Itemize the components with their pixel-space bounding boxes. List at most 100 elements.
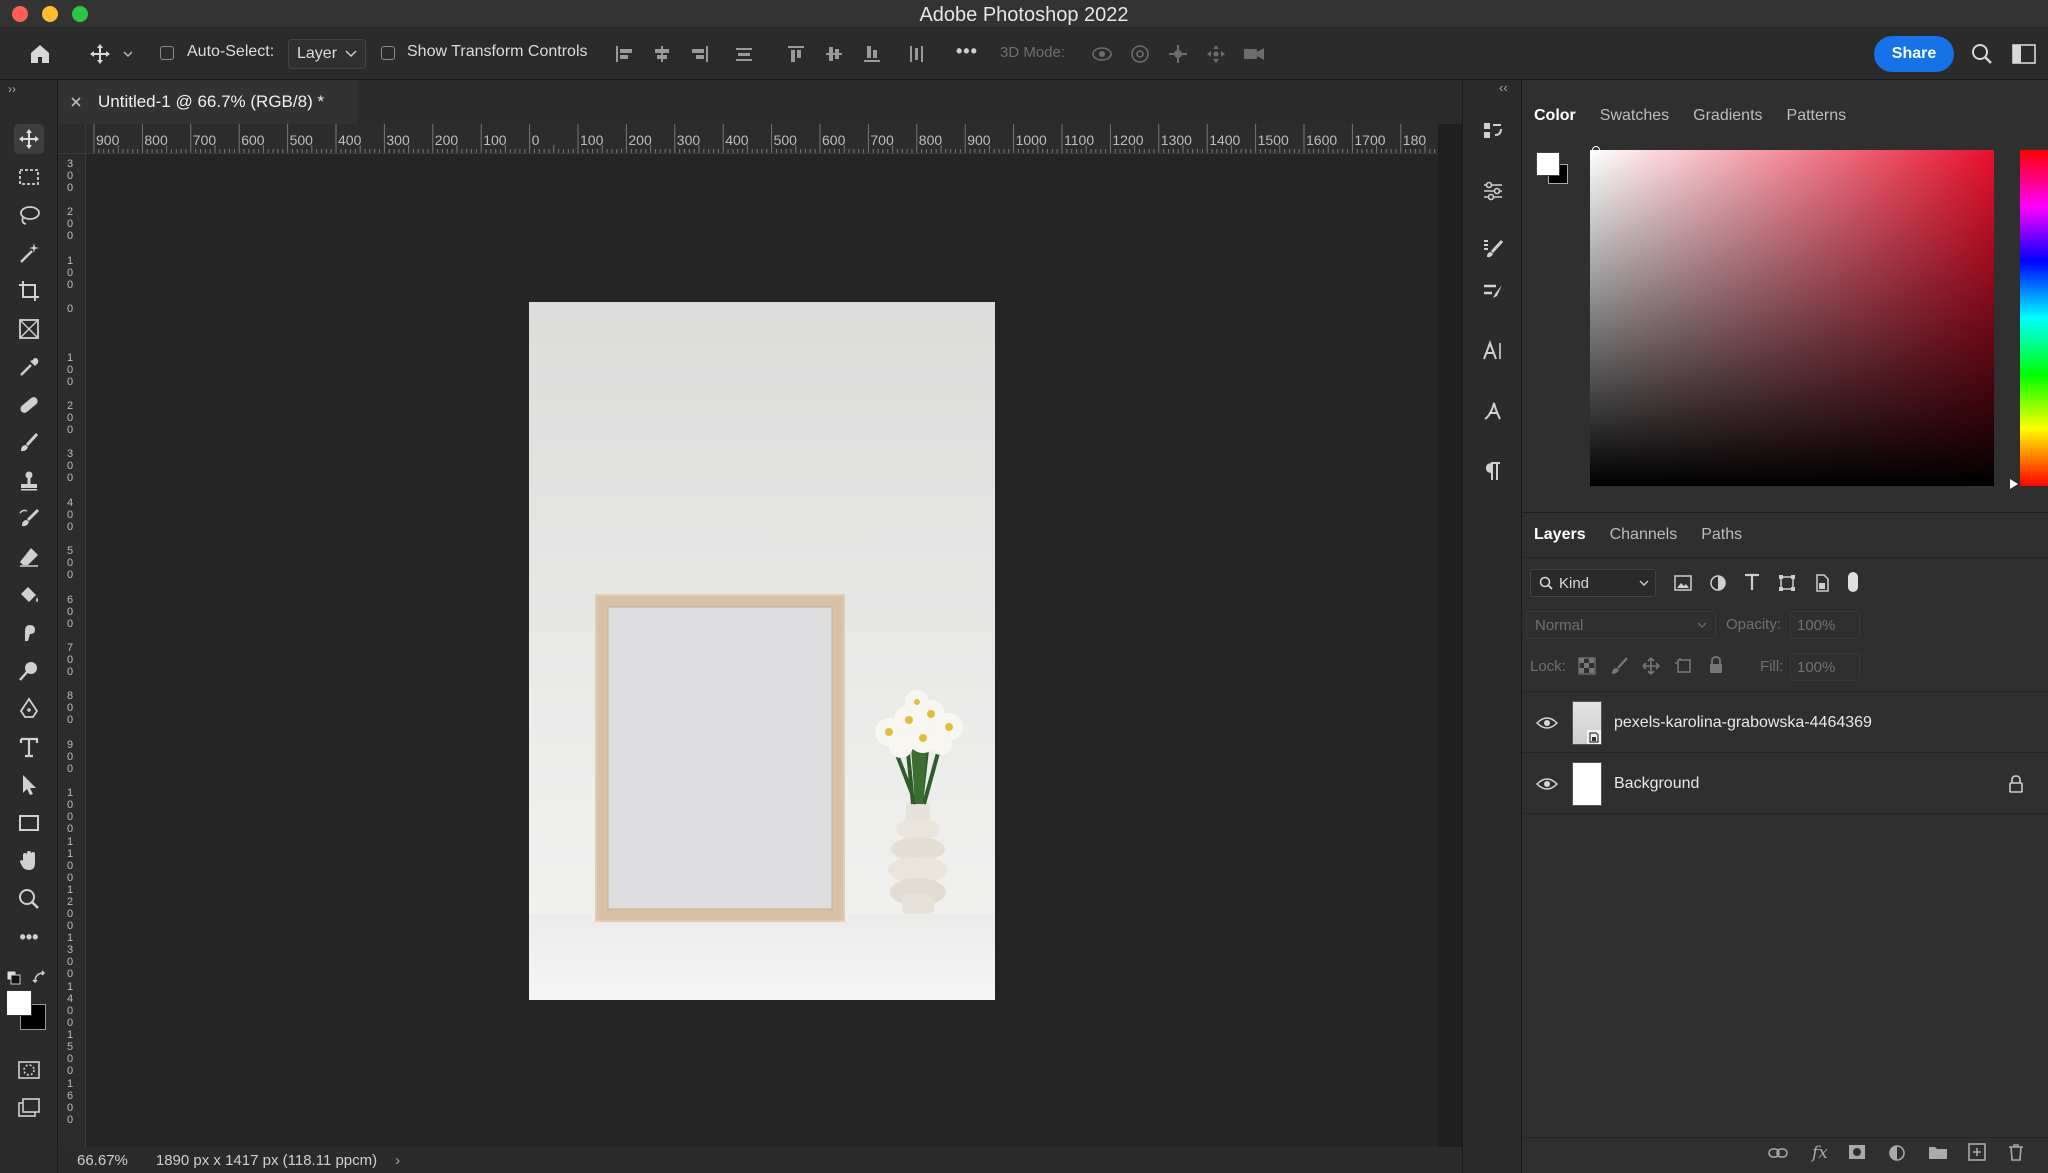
chevron-right-icon[interactable]: › bbox=[395, 1152, 400, 1169]
history-brush-tool[interactable] bbox=[14, 504, 44, 534]
type-tool[interactable] bbox=[14, 732, 44, 762]
3d-slide-button[interactable] bbox=[1204, 42, 1228, 66]
lock-transparent-pixels-button[interactable] bbox=[1578, 657, 1596, 675]
character-panel-button[interactable] bbox=[1478, 336, 1508, 366]
layer-row[interactable]: pexels-karolina-grabowska-4464369 bbox=[1522, 693, 2048, 753]
move-tool[interactable] bbox=[14, 124, 44, 154]
healing-brush-tool[interactable] bbox=[14, 390, 44, 420]
add-mask-button[interactable] bbox=[1848, 1144, 1866, 1160]
color-picker-handle[interactable] bbox=[1592, 146, 1600, 154]
filter-type-layers-button[interactable] bbox=[1744, 573, 1760, 591]
vertical-ruler[interactable]: 3 0 0 2 0 0 1 0 0 0 1 0 0 2 0 0 3 0 0 4 0 0 5 0 … bbox=[58, 124, 86, 1154]
document-canvas[interactable] bbox=[529, 302, 995, 1000]
panel-foreground-color[interactable] bbox=[1536, 152, 1560, 176]
foreground-color-swatch[interactable] bbox=[6, 990, 32, 1016]
zoom-tool[interactable] bbox=[14, 884, 44, 914]
hue-slider[interactable] bbox=[2020, 150, 2048, 486]
brush-tool[interactable] bbox=[14, 428, 44, 458]
tool-presets-panel-button[interactable] bbox=[1478, 276, 1508, 306]
eye-icon[interactable] bbox=[1536, 716, 1558, 730]
ruler-origin[interactable] bbox=[58, 124, 86, 154]
tab-paths[interactable]: Paths bbox=[1689, 515, 1754, 555]
layer-name[interactable]: Background bbox=[1614, 775, 1699, 793]
swap-colors-icon[interactable] bbox=[32, 970, 48, 986]
path-selection-tool[interactable] bbox=[14, 770, 44, 800]
paragraph-panel-button[interactable] bbox=[1478, 456, 1508, 486]
3d-roll-button[interactable] bbox=[1128, 42, 1152, 66]
filter-toggle-icon[interactable] bbox=[1848, 572, 1858, 592]
home-button[interactable] bbox=[28, 42, 52, 66]
adjustments-panel-button[interactable] bbox=[1478, 176, 1508, 206]
distribute-vertical-button[interactable] bbox=[904, 42, 928, 66]
rectangle-tool[interactable] bbox=[14, 808, 44, 838]
screen-mode-button[interactable] bbox=[14, 1093, 44, 1123]
new-layer-button[interactable] bbox=[1968, 1143, 1986, 1161]
align-right-edges-button[interactable] bbox=[688, 42, 712, 66]
history-panel-button[interactable] bbox=[1478, 116, 1508, 146]
link-layers-button[interactable] bbox=[1768, 1146, 1788, 1160]
paint-bucket-tool[interactable] bbox=[14, 580, 44, 610]
tab-layers[interactable]: Layers bbox=[1522, 515, 1598, 555]
filter-pixel-layers-button[interactable] bbox=[1674, 575, 1692, 591]
tab-gradients[interactable]: Gradients bbox=[1681, 96, 1774, 136]
smudge-tool[interactable] bbox=[14, 618, 44, 648]
filter-smart-objects-button[interactable] bbox=[1814, 574, 1830, 592]
tab-color[interactable]: Color bbox=[1522, 96, 1588, 136]
align-vertical-centers-button[interactable] bbox=[822, 42, 846, 66]
lock-all-button[interactable] bbox=[1708, 656, 1724, 674]
auto-select-checkbox[interactable] bbox=[160, 46, 174, 60]
zoom-level[interactable]: 66.67% bbox=[77, 1152, 128, 1169]
fx-icon[interactable]: fx bbox=[1812, 1143, 1828, 1163]
collapse-toolbar-icon[interactable]: ›› bbox=[8, 82, 16, 96]
hue-slider-handle[interactable] bbox=[2008, 478, 2020, 490]
quick-mask-button[interactable] bbox=[14, 1055, 44, 1085]
align-horizontal-centers-button[interactable] bbox=[650, 42, 674, 66]
3d-camera-button[interactable] bbox=[1242, 42, 1266, 66]
eyedropper-tool[interactable] bbox=[14, 352, 44, 382]
crop-tool[interactable] bbox=[14, 276, 44, 306]
marquee-tool[interactable] bbox=[14, 162, 44, 192]
clone-stamp-tool[interactable] bbox=[14, 466, 44, 496]
new-group-button[interactable] bbox=[1928, 1144, 1948, 1160]
delete-layer-button[interactable] bbox=[2008, 1143, 2024, 1161]
eraser-tool[interactable] bbox=[14, 542, 44, 572]
hand-tool[interactable] bbox=[14, 846, 44, 876]
new-adjustment-layer-button[interactable] bbox=[1888, 1144, 1906, 1162]
glyphs-panel-button[interactable] bbox=[1478, 396, 1508, 426]
3d-orbit-button[interactable] bbox=[1090, 42, 1114, 66]
lock-position-button[interactable] bbox=[1642, 657, 1660, 675]
saturation-value-field[interactable] bbox=[1590, 150, 1994, 486]
fill-field[interactable]: 100% bbox=[1790, 653, 1860, 681]
collapse-panels-icon[interactable]: ‹‹ bbox=[1499, 80, 1508, 95]
layer-row[interactable]: Background bbox=[1522, 754, 2048, 814]
pen-tool[interactable] bbox=[14, 694, 44, 724]
blend-mode-dropdown[interactable]: Normal bbox=[1526, 611, 1716, 639]
align-left-edges-button[interactable] bbox=[612, 42, 636, 66]
opacity-field[interactable]: 100% bbox=[1790, 611, 1860, 639]
color-panel-swatches[interactable] bbox=[1536, 152, 1568, 184]
canvas-area[interactable] bbox=[86, 154, 1438, 1154]
horizontal-ruler[interactable]: 900 800 700 600 500 400 300 200 100 0 100 200 300 400… bbox=[84, 124, 1438, 154]
share-button[interactable]: Share bbox=[1874, 36, 1954, 72]
document-tab[interactable]: Untitled-1 @ 66.7% (RGB/8) * bbox=[58, 80, 358, 124]
lasso-tool[interactable] bbox=[14, 200, 44, 230]
distribute-button[interactable] bbox=[732, 42, 756, 66]
3d-pan-button[interactable] bbox=[1166, 42, 1190, 66]
workspace-button[interactable] bbox=[2012, 42, 2036, 66]
magic-wand-tool[interactable] bbox=[14, 238, 44, 268]
show-transform-checkbox[interactable] bbox=[381, 46, 395, 60]
lock-icon[interactable] bbox=[2008, 774, 2024, 793]
lock-artboard-button[interactable] bbox=[1674, 657, 1694, 675]
tab-patterns[interactable]: Patterns bbox=[1775, 96, 1859, 136]
eye-icon[interactable] bbox=[1536, 777, 1558, 791]
auto-select-dropdown[interactable]: Layer bbox=[288, 39, 367, 69]
align-top-edges-button[interactable] bbox=[784, 42, 808, 66]
tool-preset-picker[interactable] bbox=[88, 42, 132, 66]
filter-shape-layers-button[interactable] bbox=[1778, 574, 1796, 592]
frame-tool[interactable] bbox=[14, 314, 44, 344]
default-colors-icon[interactable] bbox=[6, 970, 22, 986]
filter-adjustment-layers-button[interactable] bbox=[1710, 575, 1726, 591]
layer-name[interactable]: pexels-karolina-grabowska-4464369 bbox=[1614, 714, 1872, 732]
align-bottom-edges-button[interactable] bbox=[860, 42, 884, 66]
lock-image-pixels-button[interactable] bbox=[1610, 657, 1628, 675]
